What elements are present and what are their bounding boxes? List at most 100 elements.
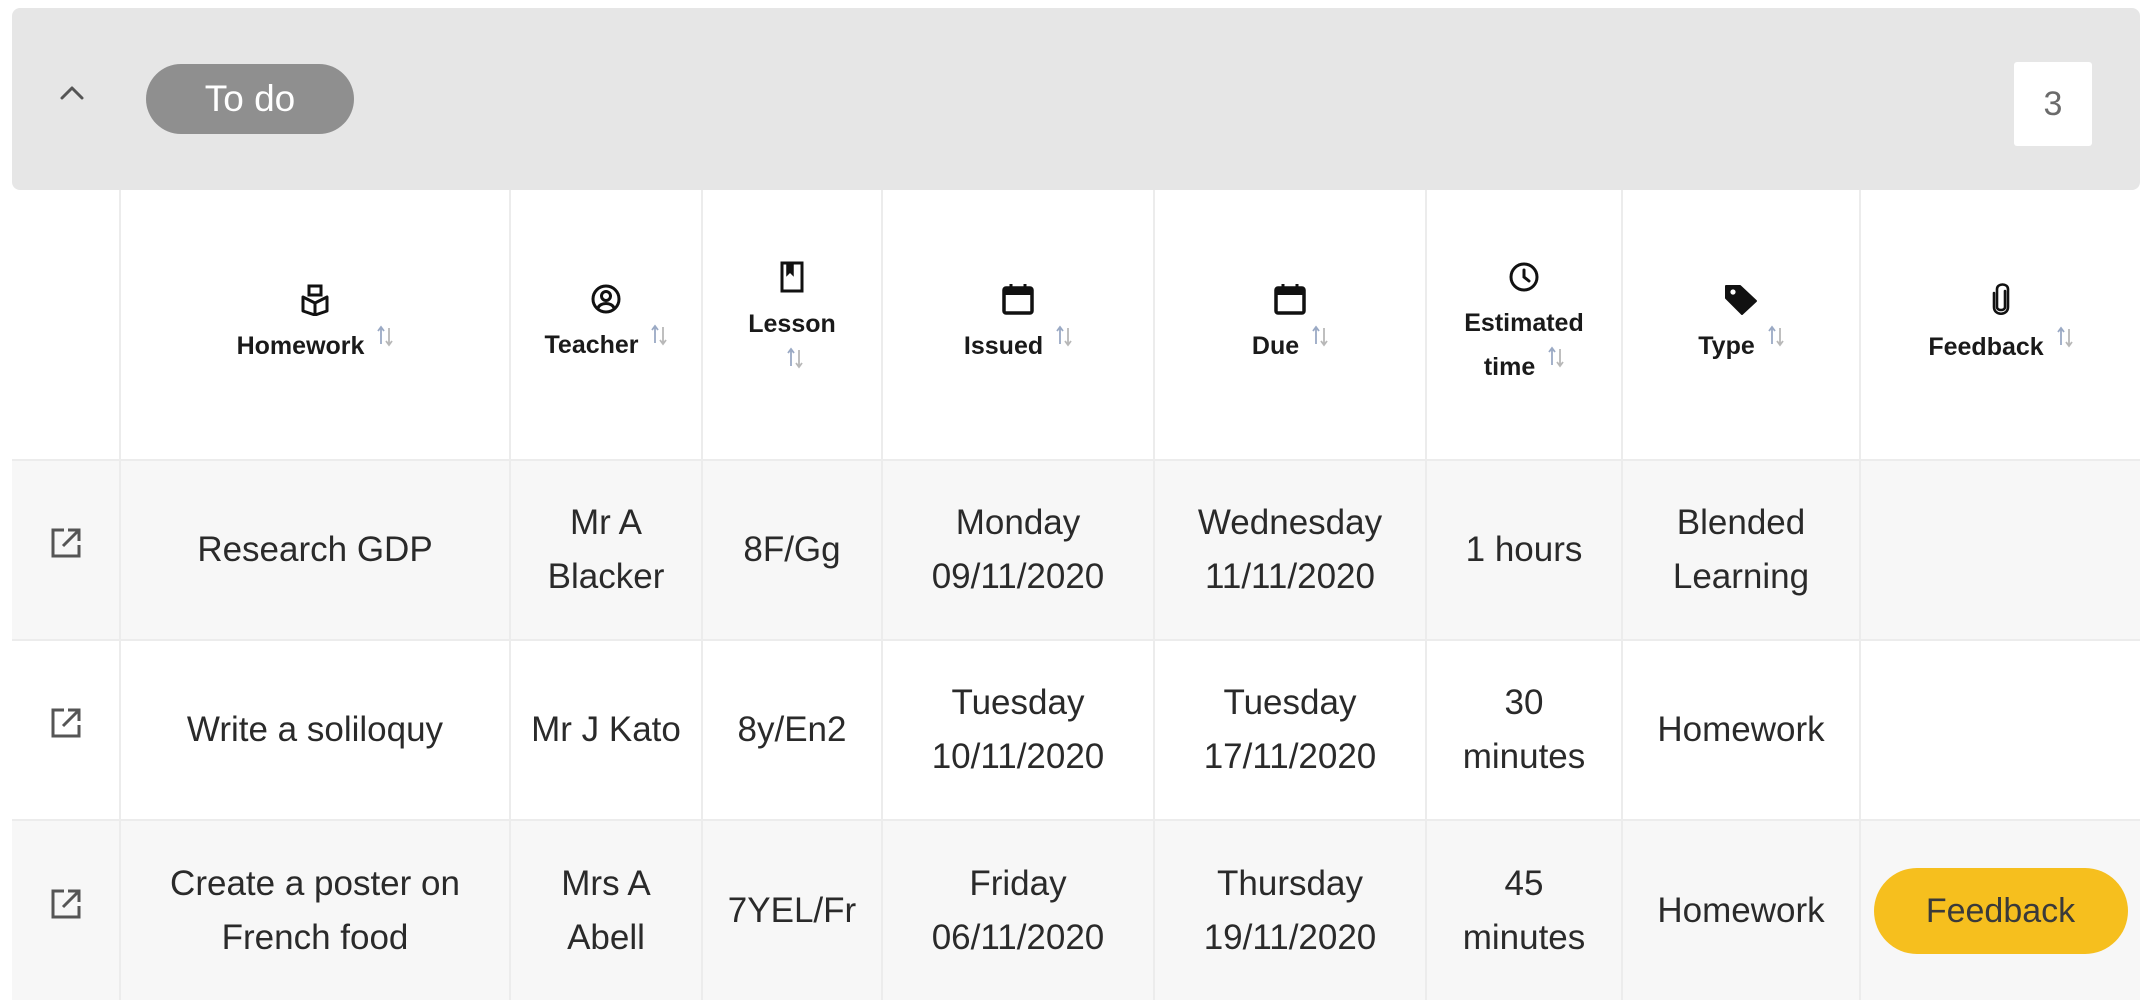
table-row[interactable]: Research GDP Mr A Blacker 8F/Gg Monday 09/… xyxy=(12,460,2140,640)
calendar-icon xyxy=(1002,283,1034,315)
teacher-name-line1: Mrs A xyxy=(561,863,651,903)
time-value: 30 xyxy=(1504,683,1544,722)
todo-group-header[interactable]: To do 3 xyxy=(12,8,2140,190)
header-estimated-time[interactable]: Estimated time xyxy=(1426,190,1623,460)
homework-title-line1[interactable]: Create a poster on xyxy=(170,864,460,903)
sort-arrows-icon[interactable] xyxy=(1312,324,1328,348)
homework-cell: Write a soliloquy xyxy=(120,640,511,820)
sort-arrows-icon[interactable] xyxy=(787,346,803,370)
external-link-icon[interactable] xyxy=(48,705,84,741)
due-date: 19/11/2020 xyxy=(1203,917,1377,957)
teacher-cell: Mr A Blacker xyxy=(510,460,703,640)
due-cell: Thursday 19/11/2020 xyxy=(1154,820,1427,1000)
header-teacher[interactable]: Teacher xyxy=(510,190,703,460)
sort-arrows-icon[interactable] xyxy=(377,324,394,348)
header-estimated-label: Estimated xyxy=(1464,308,1584,337)
sort-arrows-icon[interactable] xyxy=(651,323,668,347)
issued-day: Tuesday xyxy=(951,683,1085,722)
group-status-pill: To do xyxy=(146,64,354,134)
issued-cell: Friday 06/11/2020 xyxy=(882,820,1155,1000)
external-link-icon[interactable] xyxy=(48,525,84,561)
header-type[interactable]: Type xyxy=(1622,190,1861,460)
tag-icon xyxy=(1725,284,1757,315)
homework-cell: Create a poster on French food xyxy=(120,820,511,1000)
clock-icon xyxy=(1509,262,1539,291)
feedback-cell: Feedback xyxy=(1860,820,2140,1000)
teacher-name-line2: Blacker xyxy=(547,557,665,596)
homework-cell: Research GDP xyxy=(120,460,511,640)
homework-title[interactable]: Write a soliloquy xyxy=(187,710,443,749)
homework-title[interactable]: Research GDP xyxy=(197,530,432,569)
type-cell: Blended Learning xyxy=(1622,460,1861,640)
group-count-badge: 3 xyxy=(2014,62,2092,146)
time-unit: minutes xyxy=(1462,737,1586,776)
header-feedback-label: Feedback xyxy=(1928,332,2044,361)
type-cell: Homework xyxy=(1622,640,1861,820)
open-cell xyxy=(12,820,121,1000)
header-feedback[interactable]: Feedback xyxy=(1860,190,2140,460)
due-cell: Tuesday 17/11/2020 xyxy=(1154,640,1427,820)
table-header-row: Homework Teacher Lesson Issued Due Estim… xyxy=(12,190,2140,460)
sort-arrows-icon[interactable] xyxy=(1548,345,1564,369)
homework-title-line2[interactable]: French food xyxy=(222,918,409,957)
type-line1: Blended xyxy=(1676,503,1806,542)
issued-day: Monday xyxy=(955,503,1081,542)
homework-panel: To do 3 Homework Teacher Lesson Issued D… xyxy=(12,8,2140,1000)
issued-cell: Tuesday 10/11/2020 xyxy=(882,640,1155,820)
time-unit: minutes xyxy=(1462,917,1586,957)
header-lesson-label: Lesson xyxy=(748,309,836,338)
paperclip-icon xyxy=(1992,282,2009,315)
feedback-cell xyxy=(1860,460,2140,640)
lesson-cell: 7YEL/Fr xyxy=(702,820,883,1000)
sort-arrows-icon[interactable] xyxy=(1056,324,1072,348)
user-circle-icon xyxy=(591,284,621,313)
estimated-time-cell: 45 minutes xyxy=(1426,820,1623,1000)
open-cell xyxy=(12,460,121,640)
estimated-time-cell: 30 minutes xyxy=(1426,640,1623,820)
lesson-cell: 8y/En2 xyxy=(702,640,883,820)
external-link-icon[interactable] xyxy=(48,886,84,922)
feedback-cell xyxy=(1860,640,2140,820)
feedback-button[interactable]: Feedback xyxy=(1873,867,2128,954)
header-homework[interactable]: Homework xyxy=(120,190,511,460)
teacher-cell: Mrs A Abell xyxy=(510,820,703,1000)
teacher-cell: Mr J Kato xyxy=(510,640,703,820)
homework-book-icon xyxy=(301,284,329,316)
header-lesson[interactable]: Lesson xyxy=(702,190,883,460)
table-row[interactable]: Write a soliloquy Mr J Kato 8y/En2 Tuesd… xyxy=(12,640,2140,820)
sort-arrows-icon[interactable] xyxy=(2056,325,2073,349)
issued-date: 10/11/2020 xyxy=(931,737,1105,776)
issued-cell: Monday 09/11/2020 xyxy=(882,460,1155,640)
table-row[interactable]: Create a poster on French food Mrs A Abell… xyxy=(12,820,2140,1000)
header-due[interactable]: Due xyxy=(1154,190,1427,460)
calendar-icon xyxy=(1274,283,1306,315)
due-day: Tuesday xyxy=(1223,683,1357,722)
lesson-cell: 8F/Gg xyxy=(702,460,883,640)
due-date: 11/11/2020 xyxy=(1205,557,1375,596)
due-cell: Wednesday 11/11/2020 xyxy=(1154,460,1427,640)
open-cell xyxy=(12,640,121,820)
issued-date: 09/11/2020 xyxy=(931,557,1105,596)
time-value: 45 xyxy=(1504,863,1544,903)
estimated-time-cell: 1 hours xyxy=(1426,460,1623,640)
sort-arrows-icon[interactable] xyxy=(1767,324,1784,348)
header-due-label: Due xyxy=(1251,331,1300,360)
teacher-name-line1: Mr A xyxy=(570,503,642,542)
teacher-name-line2: Abell xyxy=(567,917,645,957)
header-teacher-label: Teacher xyxy=(544,330,639,359)
issued-day: Friday xyxy=(969,863,1067,903)
chevron-up-icon[interactable] xyxy=(50,70,94,114)
type-line2: Learning xyxy=(1672,557,1810,596)
bookmark-book-icon xyxy=(780,261,804,292)
issued-date: 06/11/2020 xyxy=(931,917,1105,957)
header-time-label: time xyxy=(1483,352,1536,381)
homework-table: Homework Teacher Lesson Issued Due Estim… xyxy=(12,190,2140,1000)
type-cell: Homework xyxy=(1622,820,1861,1000)
header-issued[interactable]: Issued xyxy=(882,190,1155,460)
header-homework-label: Homework xyxy=(236,331,365,360)
due-day: Thursday xyxy=(1217,863,1363,903)
due-date: 17/11/2020 xyxy=(1203,737,1377,776)
header-type-label: Type xyxy=(1698,331,1755,360)
header-issued-label: Issued xyxy=(963,331,1044,360)
due-day: Wednesday xyxy=(1197,503,1383,542)
